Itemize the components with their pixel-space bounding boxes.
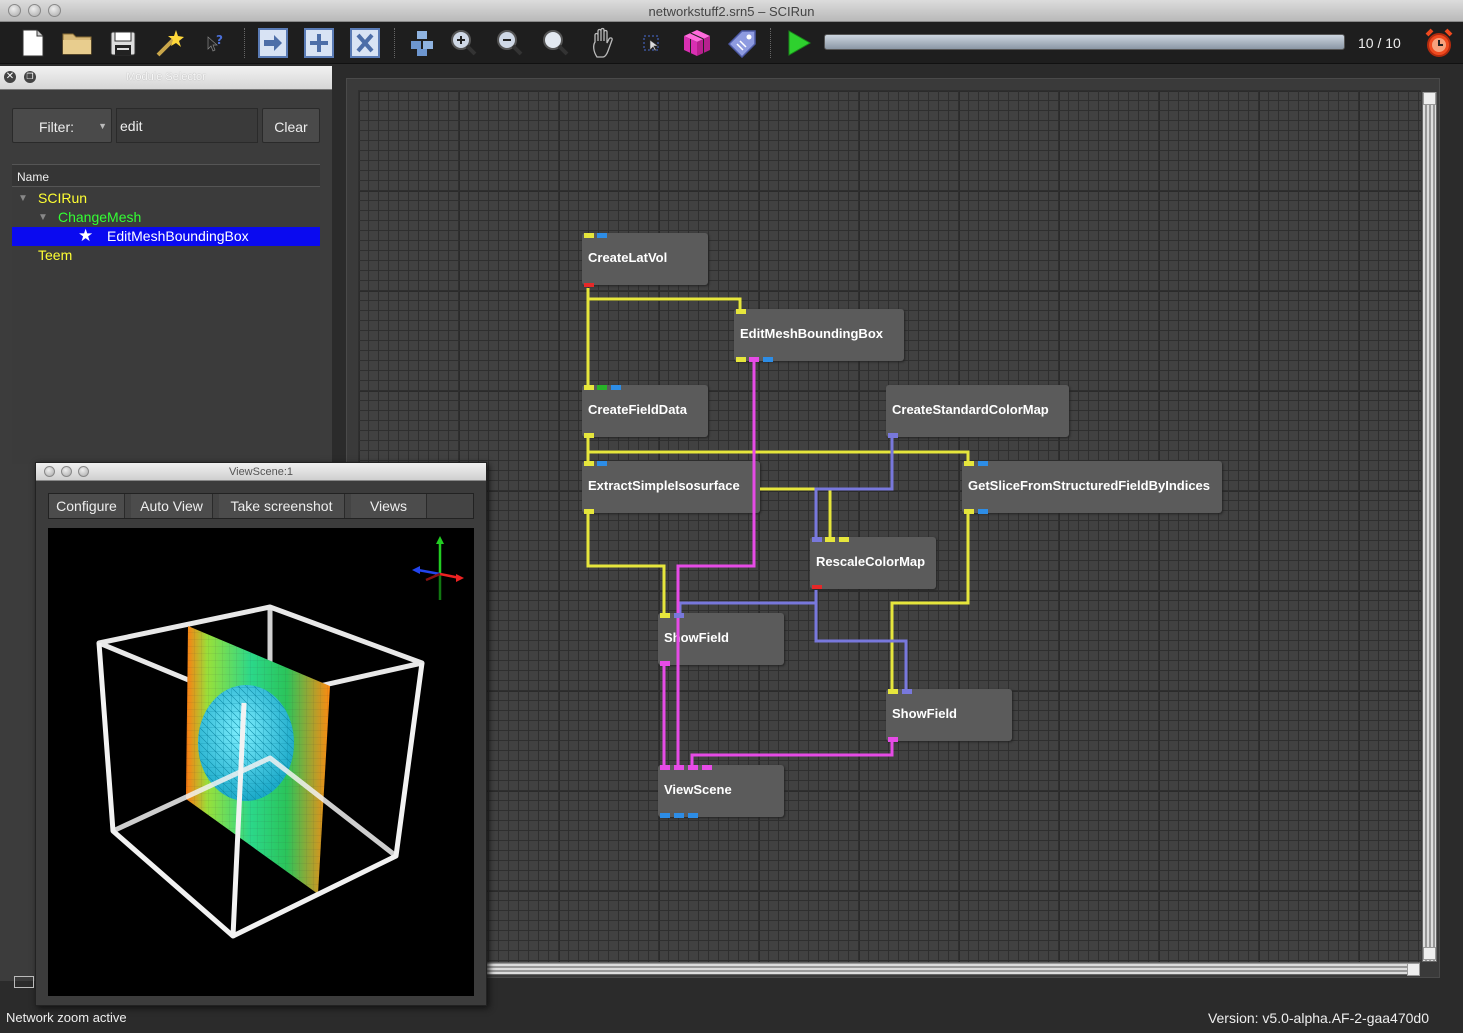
tree-item-teem[interactable]: Teem (12, 246, 320, 265)
alarm-icon[interactable] (1422, 26, 1456, 60)
module-name: GetSliceFromStructuredFieldByIndices (968, 478, 1211, 493)
module-createlatvol[interactable]: CreateLatVol (582, 233, 708, 285)
module-rescalecolormap[interactable]: RescaleColorMap (810, 537, 936, 589)
tree-item-label: EditMeshBoundingBox (107, 228, 249, 244)
expand-triangle-icon[interactable]: ▼ (18, 193, 28, 204)
horizontal-scrollbar[interactable] (360, 962, 1420, 975)
zoom-out-icon[interactable] (492, 26, 526, 60)
module-viewscene[interactable]: ViewScene (658, 765, 784, 817)
chevron-down-icon: ▼ (98, 121, 107, 131)
dock-panel-icon[interactable] (14, 976, 34, 988)
version-label: Version: v5.0-alpha.AF-2-gaa470d0 (1207, 1010, 1429, 1026)
layout-icon[interactable] (404, 26, 438, 60)
tree-item-changemesh[interactable]: ▼ ChangeMesh (12, 208, 320, 227)
take-screenshot-button[interactable]: Take screenshot (219, 494, 345, 518)
execute-selected-icon[interactable] (256, 26, 290, 60)
vertical-scrollbar[interactable] (1422, 92, 1437, 962)
module-extractsimpleisosurface[interactable]: ExtractSimpleIsosurface (582, 461, 760, 513)
star-icon[interactable]: ★ (78, 226, 93, 246)
add-icon[interactable] (302, 26, 336, 60)
module-getslicefromstructuredfieldbyindices[interactable]: GetSliceFromStructuredFieldByIndices (962, 461, 1222, 513)
new-file-icon[interactable] (16, 26, 50, 60)
network-grid[interactable] (358, 90, 1421, 963)
open-folder-icon[interactable] (60, 26, 94, 60)
scroll-right-handle[interactable] (1407, 963, 1420, 976)
configure-button[interactable]: Configure (49, 494, 125, 518)
main-toolbar: ? 10 / 10 (0, 22, 1463, 64)
views-button[interactable]: Views (351, 494, 427, 518)
module-tree: Name ▼ SCIRun ▼ ChangeMesh ★ EditMeshBou… (12, 164, 320, 464)
tree-item-scirun[interactable]: ▼ SCIRun (12, 189, 320, 208)
module-showfield-1[interactable]: ShowField (658, 613, 784, 665)
hand-icon[interactable] (588, 26, 622, 60)
module-name: CreateLatVol (588, 250, 668, 265)
zoom-reset-icon[interactable] (538, 26, 572, 60)
viewscene-title: ViewScene:1 (228, 466, 293, 478)
scroll-up-handle[interactable] (1423, 92, 1436, 105)
clear-button[interactable]: Clear (262, 108, 320, 143)
viewscene-titlebar: ViewScene:1 (36, 463, 486, 481)
filter-label: Filter: (39, 119, 74, 135)
cube-icon[interactable] (680, 26, 714, 60)
module-name: ShowField (892, 706, 957, 721)
scroll-down-handle[interactable] (1423, 947, 1436, 960)
module-createstandardcolormap[interactable]: CreateStandardColorMap (886, 385, 1069, 437)
orientation-axes-icon (412, 536, 464, 600)
module-name: CreateFieldData (588, 402, 687, 417)
execution-progress-bar (824, 34, 1345, 50)
play-icon[interactable] (782, 26, 816, 60)
whats-this-icon[interactable]: ? (198, 26, 232, 60)
tree-item-label: Teem (38, 247, 73, 263)
tree-column-name: Name (12, 165, 320, 187)
progress-count: 10 / 10 (1358, 35, 1401, 51)
module-name: ViewScene (664, 782, 732, 797)
viewscene-window: ViewScene:1 Configure Auto View Take scr… (35, 462, 487, 1006)
tree-item-label: ChangeMesh (58, 209, 142, 225)
zoom-in-icon[interactable] (446, 26, 480, 60)
wizard-icon[interactable] (152, 26, 186, 60)
module-name: ExtractSimpleIsosurface (588, 478, 740, 493)
module-showfield-2[interactable]: ShowField (886, 689, 1012, 741)
module-name: ShowField (664, 630, 729, 645)
viewscene-render-area[interactable] (48, 528, 474, 996)
window-titlebar: networkstuff2.srn5 – SCIRun (0, 0, 1463, 22)
viewscene-toolbar: Configure Auto View Take screenshot View… (48, 493, 474, 519)
status-message: Network zoom active (6, 1010, 127, 1025)
module-name: RescaleColorMap (816, 554, 926, 569)
clear-icon[interactable] (348, 26, 382, 60)
window-title: networkstuff2.srn5 – SCIRun (648, 4, 815, 19)
module-selector-header: ✕ ❐ Module Selector (0, 66, 332, 90)
svg-text:?: ? (216, 33, 223, 47)
filter-dropdown[interactable]: Filter: ▼ (12, 108, 112, 143)
save-icon[interactable] (106, 26, 140, 60)
filter-input[interactable] (116, 108, 258, 143)
module-name: CreateStandardColorMap (892, 402, 1049, 417)
expand-triangle-icon[interactable]: ▼ (38, 212, 48, 223)
module-name: EditMeshBoundingBox (740, 326, 883, 341)
tag-icon[interactable] (726, 26, 760, 60)
module-selector-title: Module Selector (126, 71, 206, 83)
module-editmeshboundingbox[interactable]: EditMeshBoundingBox (734, 309, 904, 361)
pointer-icon[interactable] (634, 26, 668, 60)
auto-view-button[interactable]: Auto View (131, 494, 213, 518)
tree-item-label: SCIRun (38, 190, 88, 206)
module-createfielddata[interactable]: CreateFieldData (582, 385, 708, 437)
tree-item-editmeshboundingbox[interactable]: ★ EditMeshBoundingBox (12, 226, 320, 246)
